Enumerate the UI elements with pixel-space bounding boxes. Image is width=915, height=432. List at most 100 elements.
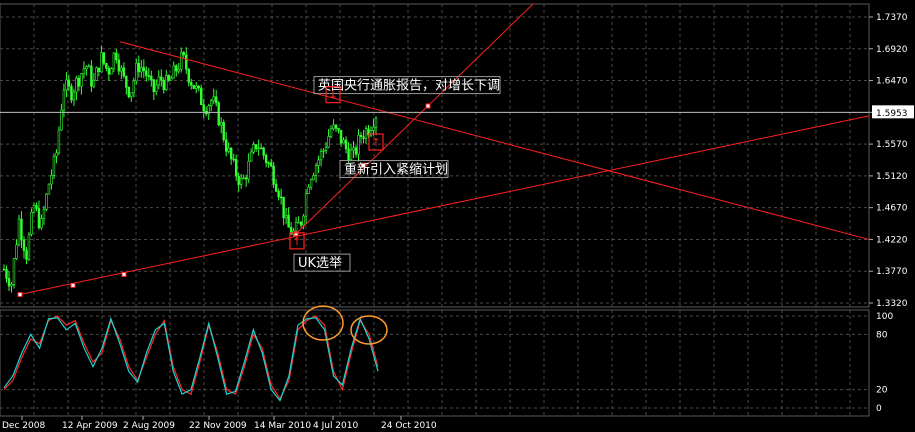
candle-body [372,126,375,131]
candle-body [220,122,223,126]
candle-body [132,80,136,94]
time-tick-label: 2 Aug 2009 [123,421,175,431]
candle-body [227,147,230,152]
candle-body [145,70,148,76]
price-y-axis: 1.73701.69201.64701.60201.55701.51201.46… [869,13,908,309]
candle-body [302,215,305,226]
price-tick-label: 1.3320 [876,299,908,309]
candle-body [324,146,328,151]
trendline-anchor [70,282,76,288]
candle-body [92,80,96,87]
candle-body [95,67,98,81]
candle-body [217,102,220,126]
candle-body [22,239,26,251]
candle-body [32,204,36,213]
candle-body [182,52,185,56]
candle-body [25,250,28,260]
candle-body [55,152,58,157]
candle-body [7,278,11,287]
candle-body [222,122,225,141]
candle-body [267,162,270,165]
candle-body [5,268,8,279]
candle-body [259,147,263,150]
price-grid [0,4,869,307]
annotations: 英国央行通胀报告，对增长下调重新引入紧缩计划 UK选举 ↓ ↑ ↑ [289,76,501,272]
candle-body [210,100,213,107]
candle-body [252,144,255,153]
time-tick-label: 22 Nov 2009 [189,421,247,431]
candle-body [10,284,13,287]
candle-body [140,67,143,73]
candle-body [75,77,78,93]
candle-body [160,76,163,81]
candle-body [312,175,315,181]
event-marker-arrow: ↑ [371,136,380,149]
chart-canvas: 1.73701.69201.64701.60201.55701.51201.46… [0,3,914,431]
candle-body [319,151,323,161]
osc-tick-label: 20 [876,386,888,396]
candle-body [107,67,111,75]
candle-body [339,129,343,144]
oscillator-line [3,315,379,401]
candle-body [47,183,51,195]
candle-body [70,85,73,101]
candle-body [110,68,113,75]
candle-body [359,134,363,138]
candle-body [150,75,153,80]
current-price-value: 1.5953 [876,109,908,119]
candle-body [40,218,43,229]
candle-body [197,85,200,89]
annotation-label: 英国央行通胀报告，对增长下调 [318,79,500,94]
candle-body [334,124,338,129]
candle-body [45,193,48,210]
candle-body [364,128,368,139]
candle-body [120,67,123,72]
candle-body [177,68,180,72]
candle-body [52,155,56,176]
candle-body [60,109,63,131]
candle-body [50,174,53,185]
candle-body [80,73,83,87]
candle-body [77,77,81,87]
time-tick-label: 14 Mar 2010 [254,421,311,431]
candle-body [130,92,133,98]
candle-body [309,179,313,188]
candle-body [307,186,310,194]
candle-body [294,221,298,232]
candle-body [30,211,33,235]
candle-body [279,196,283,199]
support-trendline [19,115,870,296]
candle-body [100,52,103,72]
candle-body [90,65,93,87]
candle-body [247,160,250,180]
candle-body [175,65,178,72]
candle-body [237,175,240,185]
osc-tick-label: 80 [876,330,888,340]
candle-body [37,208,41,229]
candle-body [195,85,198,89]
price-tick-label: 1.5120 [876,172,908,182]
annotation-label: UK选举 [298,256,342,271]
candle-body [374,117,378,128]
candle-body [155,84,158,93]
candle-body [127,86,131,98]
candle-body [200,87,203,105]
candle-body [232,158,235,161]
candle-body [72,91,76,101]
candle-body [314,165,318,176]
candle-body [137,62,141,73]
trendline-anchor [425,103,431,109]
candle-body [162,80,165,91]
candle-body [85,66,88,70]
candle-body [187,68,190,83]
candle-body [234,159,238,177]
candle-body [97,67,101,72]
candle-body [297,221,300,224]
candle-body [125,75,128,88]
candle-body [322,150,325,152]
candle-body [172,65,175,79]
candle-body [192,84,195,89]
osc-tick-label: 100 [876,312,893,322]
candle-body [35,204,38,209]
osc-tick-label: 0 [876,404,882,414]
